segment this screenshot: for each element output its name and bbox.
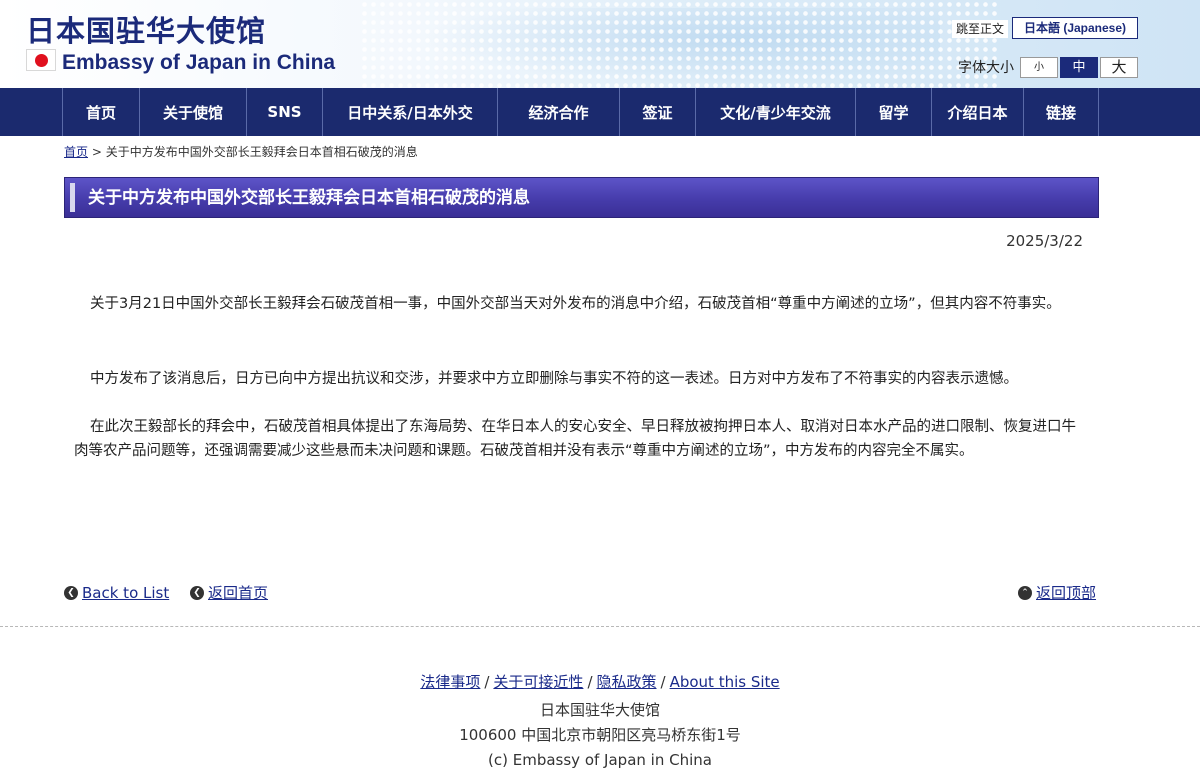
- footer-link-accessibility[interactable]: 关于可接近性: [493, 673, 583, 691]
- header-dot-map-decoration: [360, 0, 1000, 88]
- page-title-bar: 关于中方发布中国外交部长王毅拜会日本首相石破茂的消息: [64, 177, 1099, 218]
- footer-links: 法律事项 / 关于可接近性 / 隐私政策 / About this Site: [0, 672, 1200, 692]
- language-japanese-button[interactable]: 日本語 (Japanese): [1012, 17, 1138, 39]
- back-to-list-label[interactable]: Back to List: [82, 583, 169, 603]
- footer-org-name: 日本国驻华大使馆: [539, 701, 660, 719]
- circle-chevron-left-icon: ❮: [64, 586, 78, 600]
- site-title-english[interactable]: Embassy of Japan in China: [62, 50, 335, 76]
- footer-separator: /: [660, 673, 666, 691]
- footer-address: 100600 中国北京市朝阳区亮马桥东街1号: [459, 726, 741, 744]
- nav-item-home[interactable]: 首页: [62, 88, 139, 136]
- footer-copyright: (c) Embassy of Japan in China: [488, 751, 712, 769]
- nav-item-culture-youth[interactable]: 文化/青少年交流: [695, 88, 855, 136]
- skip-to-content-link[interactable]: 跳至正文: [952, 20, 1009, 38]
- circle-chevron-left-icon: ❮: [190, 586, 204, 600]
- nav-item-links[interactable]: 链接: [1023, 88, 1099, 136]
- article-paragraph: 中方发布了该消息后，日方已向中方提出抗议和交涉，并要求中方立即删除与事实不符的这…: [90, 371, 1018, 387]
- nav-item-relations-diplomacy[interactable]: 日中关系/日本外交: [322, 88, 497, 136]
- article-date: 2025/3/22: [1006, 232, 1083, 250]
- page-title: 关于中方发布中国外交部长王毅拜会日本首相石破茂的消息: [88, 188, 530, 208]
- footer-link-privacy[interactable]: 隐私政策: [597, 673, 657, 691]
- site-title-chinese[interactable]: 日本国驻华大使馆: [26, 14, 266, 48]
- nav-item-introduce-japan[interactable]: 介绍日本: [931, 88, 1023, 136]
- back-to-top-label[interactable]: 返回顶部: [1036, 583, 1096, 603]
- site-header: 日本国驻华大使馆 Embassy of Japan in China 跳至正文 …: [0, 0, 1200, 88]
- font-size-large-button[interactable]: 大: [1100, 57, 1138, 78]
- font-size-medium-button[interactable]: 中: [1060, 57, 1098, 78]
- nav-item-sns[interactable]: SNS: [246, 88, 322, 136]
- breadcrumb-separator: >: [91, 145, 102, 159]
- footer-divider: [0, 626, 1200, 627]
- article-paragraph: 在此次王毅部长的拜会中，石破茂首相具体提出了东海局势、在华日本人的安心安全、早日…: [74, 419, 1076, 459]
- japan-flag-icon: [26, 49, 56, 71]
- breadcrumb: 首页 > 关于中方发布中国外交部长王毅拜会日本首相石破茂的消息: [64, 144, 418, 160]
- back-home-label[interactable]: 返回首页: [208, 583, 268, 603]
- footer-separator: /: [587, 673, 593, 691]
- nav-item-visa[interactable]: 签证: [619, 88, 695, 136]
- main-navigation: 首页 关于使馆 SNS 日中关系/日本外交 经济合作 签证 文化/青少年交流 留…: [0, 88, 1200, 136]
- font-size-label: 字体大小: [958, 60, 1014, 76]
- title-bar-accent: [70, 183, 75, 212]
- footer-link-about-site[interactable]: About this Site: [670, 673, 780, 691]
- font-size-small-button[interactable]: 小: [1020, 57, 1058, 78]
- footer-separator: /: [484, 673, 490, 691]
- back-to-list-link[interactable]: ❮ Back to List: [64, 583, 169, 603]
- nav-item-study-abroad[interactable]: 留学: [855, 88, 931, 136]
- article-paragraph: 关于3月21日中国外交部长王毅拜会石破茂首相一事，中国外交部当天对外发布的消息中…: [90, 296, 1061, 312]
- circle-chevron-up-icon: ⌃: [1018, 586, 1032, 600]
- breadcrumb-home-link[interactable]: 首页: [64, 145, 88, 159]
- breadcrumb-current: 关于中方发布中国外交部长王毅拜会日本首相石破茂的消息: [105, 145, 418, 159]
- back-home-link[interactable]: ❮ 返回首页: [190, 583, 268, 603]
- back-to-top-link[interactable]: ⌃ 返回顶部: [1018, 583, 1096, 603]
- footer-link-legal[interactable]: 法律事项: [420, 673, 480, 691]
- nav-item-about-embassy[interactable]: 关于使馆: [139, 88, 246, 136]
- nav-item-economic-cooperation[interactable]: 经济合作: [497, 88, 619, 136]
